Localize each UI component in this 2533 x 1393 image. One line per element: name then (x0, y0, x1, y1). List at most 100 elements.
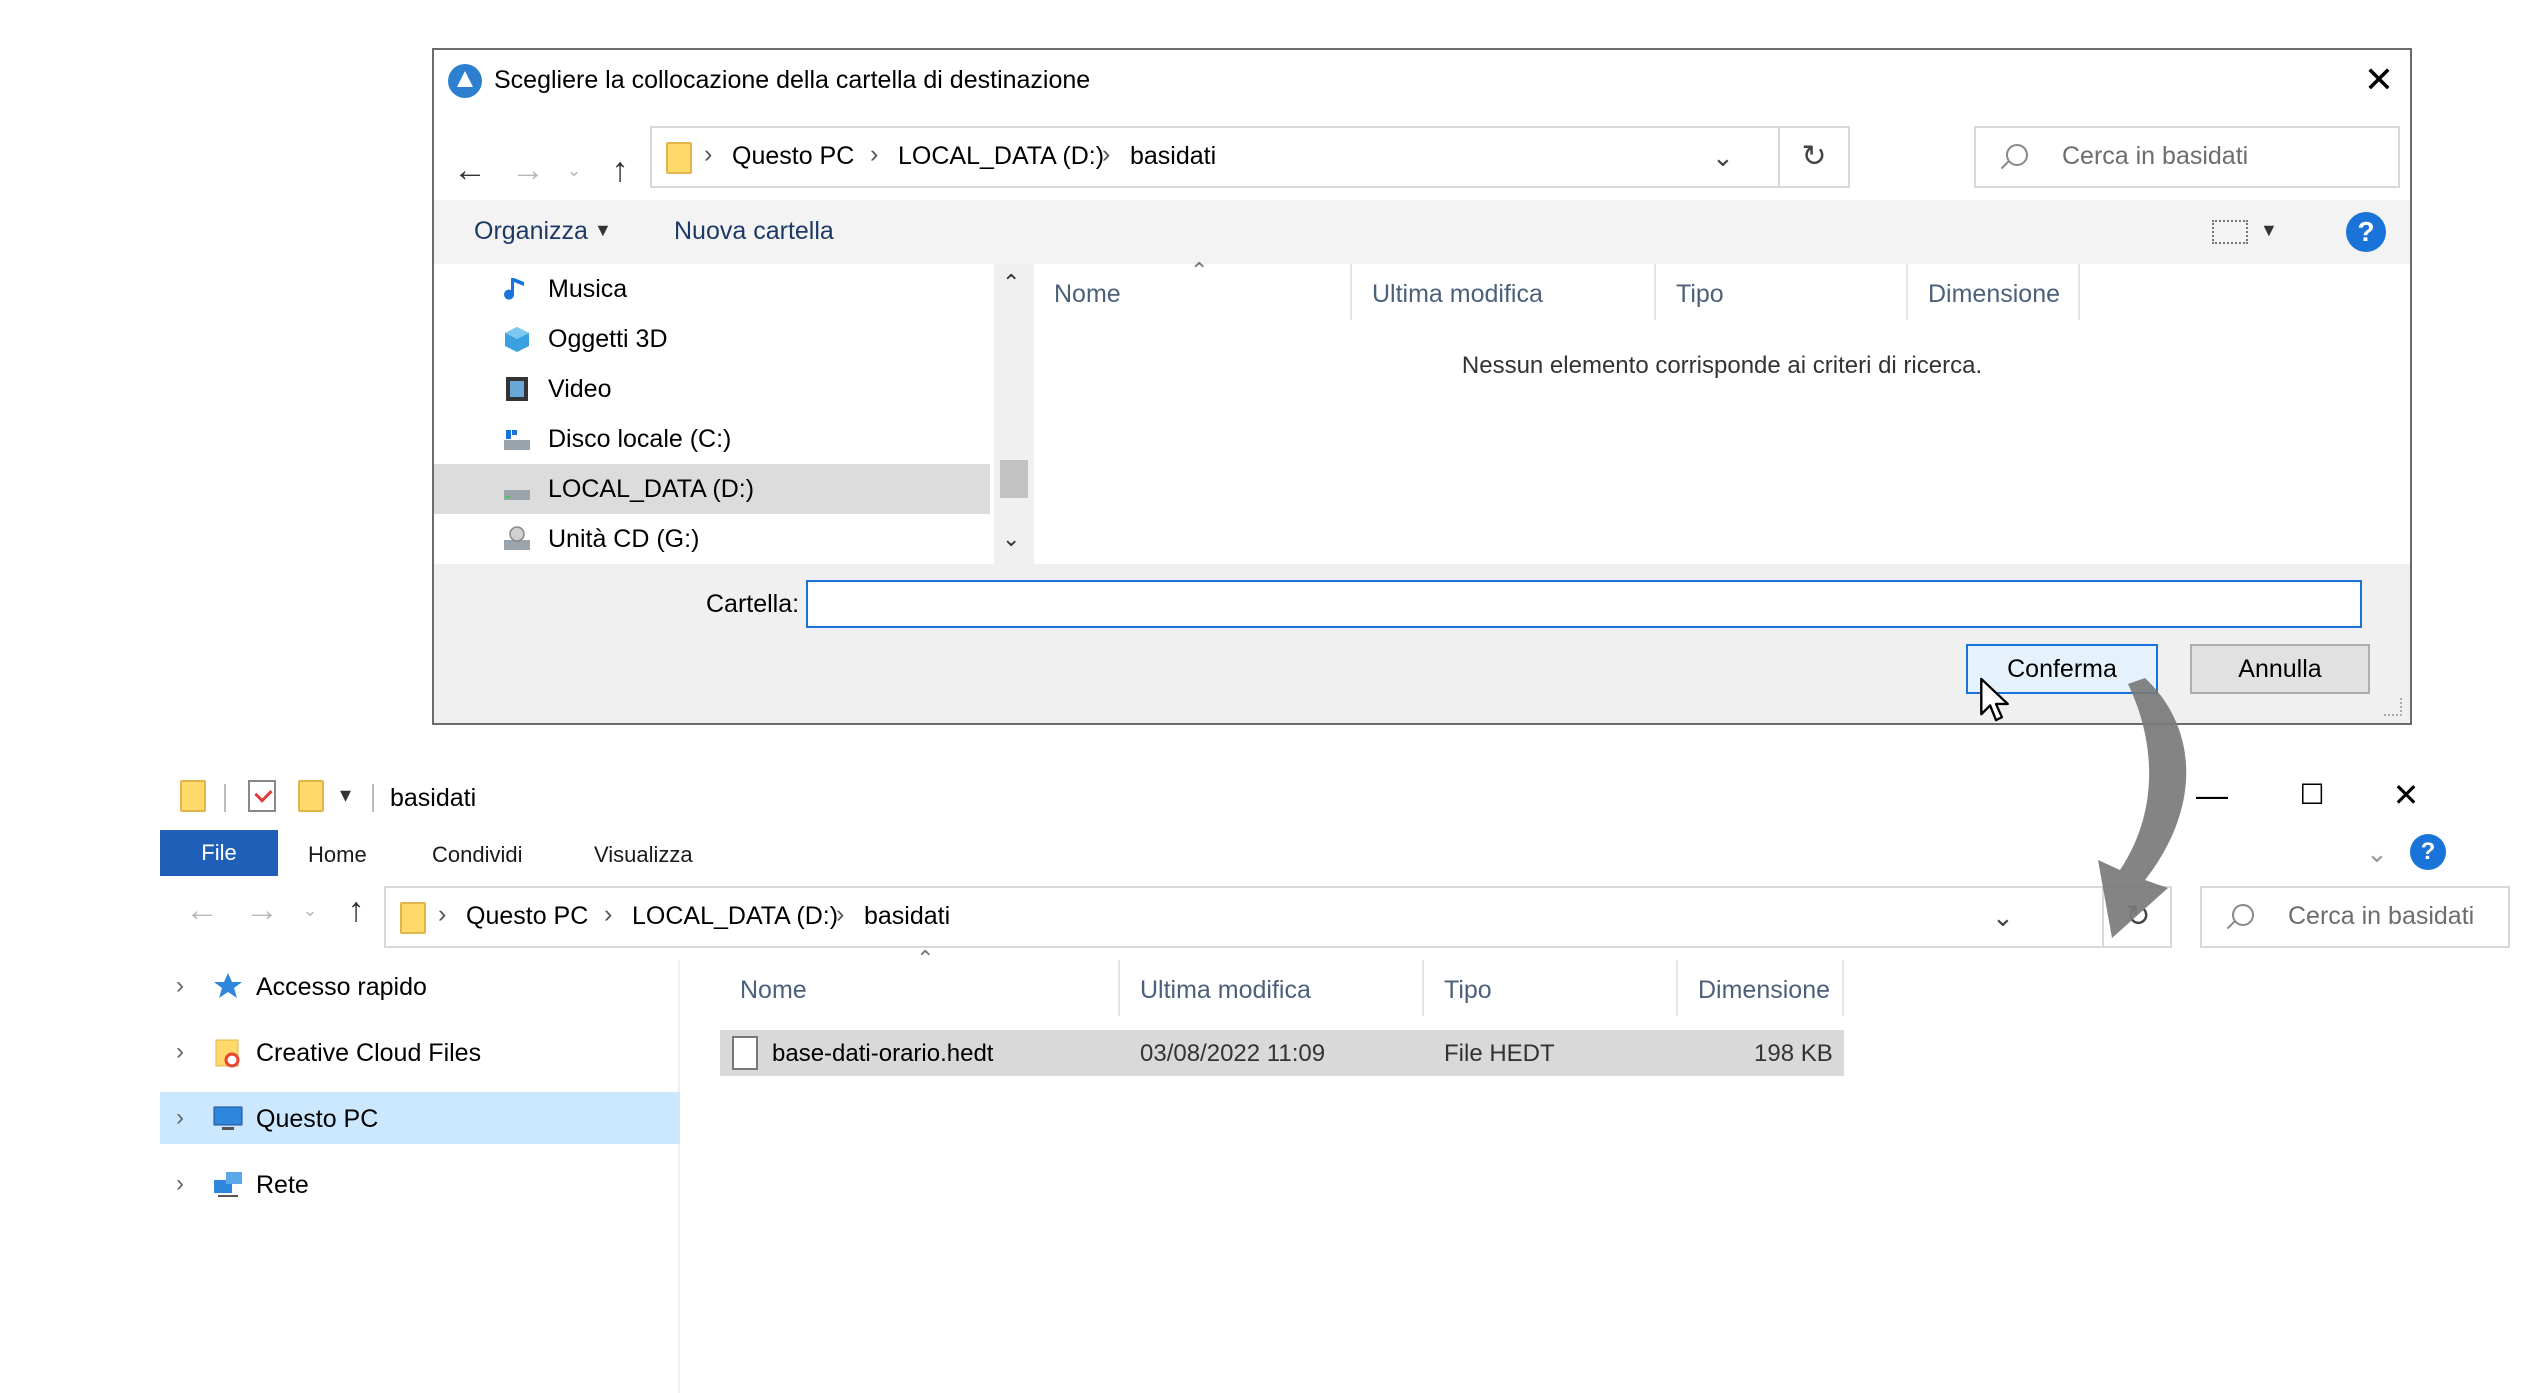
folder-icon (180, 780, 206, 812)
breadcrumb-basidati[interactable]: basidati (1130, 142, 1216, 171)
column-header-type[interactable]: Tipo (1656, 264, 1908, 320)
expand-chevron-icon[interactable]: › (176, 972, 184, 1000)
breadcrumb-chevron-icon: › (870, 140, 879, 168)
nav-item-quick-access[interactable]: › Accesso rapido (160, 960, 680, 1012)
navigation-scrollbar[interactable]: ⌃ ⌄ (994, 264, 1034, 564)
expand-chevron-icon[interactable]: › (176, 1170, 184, 1198)
folder-input[interactable] (806, 580, 2362, 628)
column-header-modified[interactable]: Ultima modifica (1120, 960, 1424, 1016)
nav-item-creative-cloud-files[interactable]: › Creative Cloud Files (160, 1026, 680, 1078)
table-row[interactable]: base-dati-orario.hedt 03/08/2022 11:09 F… (720, 1030, 1844, 1076)
breadcrumb-basidati[interactable]: basidati (864, 902, 950, 931)
nav-item-local-data-d[interactable]: LOCAL_DATA (D:) (434, 464, 990, 514)
breadcrumb-this-pc[interactable]: Questo PC (466, 902, 588, 931)
resize-grip-icon[interactable] (2384, 698, 2402, 716)
nav-item-music[interactable]: Musica (434, 264, 990, 314)
address-history-chevron-icon[interactable]: ⌄ (1992, 902, 2014, 933)
organize-caret-icon[interactable]: ▼ (594, 220, 612, 241)
search-input[interactable]: Cerca in basidati (2288, 902, 2474, 931)
help-icon[interactable]: ? (2410, 834, 2446, 870)
computer-icon (213, 1106, 243, 1130)
toolbar-divider (224, 784, 226, 812)
breadcrumb-chevron-icon: › (438, 900, 447, 928)
folder-picker-dialog: Scegliere la collocazione della cartella… (432, 48, 2412, 725)
back-arrow-icon[interactable]: ← (180, 890, 224, 934)
search-box[interactable]: Cerca in basidati (1974, 126, 2400, 188)
video-icon (506, 377, 528, 401)
folder-icon (400, 902, 426, 934)
search-box[interactable]: Cerca in basidati (2200, 886, 2510, 948)
column-label: Ultima modifica (1372, 280, 1543, 308)
search-icon (2006, 144, 2028, 166)
recent-locations-chevron-icon[interactable]: ⌄ (552, 150, 596, 194)
forward-arrow-icon[interactable]: → (506, 150, 550, 194)
nav-item-network[interactable]: › Rete (160, 1158, 680, 1210)
maximize-icon[interactable]: ☐ (2282, 770, 2342, 820)
dialog-title: Scegliere la collocazione della cartella… (494, 66, 1091, 94)
file-size: 198 KB (1754, 1040, 1833, 1067)
nav-item-video[interactable]: Video (434, 364, 990, 414)
breadcrumb-chevron-icon: › (836, 900, 845, 928)
file-icon (732, 1036, 758, 1070)
music-icon (504, 278, 524, 300)
expand-chevron-icon[interactable]: › (176, 1038, 184, 1066)
nav-item-this-pc[interactable]: › Questo PC (160, 1092, 680, 1144)
nav-item-label: Creative Cloud Files (256, 1039, 482, 1067)
tab-home[interactable]: Home (308, 842, 367, 868)
organize-menu[interactable]: Organizza (474, 217, 588, 246)
column-header-size[interactable]: Dimensione (1678, 960, 1844, 1016)
local-disk-icon (504, 430, 530, 450)
nav-item-local-disk-c[interactable]: Disco locale (C:) (434, 414, 990, 464)
close-icon[interactable]: ✕ (2356, 60, 2402, 100)
back-arrow-icon[interactable]: ← (448, 150, 492, 194)
folder-label: Cartella: (706, 590, 800, 618)
address-history-chevron-icon[interactable]: ⌄ (1712, 142, 1734, 173)
view-options-caret-icon[interactable]: ▼ (2260, 220, 2278, 241)
network-icon (214, 1172, 242, 1197)
breadcrumb-local-data[interactable]: LOCAL_DATA (D:) (632, 902, 838, 931)
sort-ascending-icon: ⌃ (916, 946, 935, 971)
tab-view[interactable]: Visualizza (594, 842, 693, 868)
nav-item-label: Disco locale (C:) (548, 425, 732, 453)
expand-ribbon-chevron-icon[interactable]: ⌄ (2366, 838, 2388, 869)
up-arrow-icon[interactable]: ↑ (598, 150, 642, 194)
view-options-icon[interactable] (2212, 220, 2248, 244)
cancel-button[interactable]: Annulla (2190, 644, 2370, 694)
recent-locations-chevron-icon[interactable]: ⌄ (288, 890, 332, 934)
column-header-type[interactable]: Tipo (1424, 960, 1678, 1016)
refresh-icon[interactable]: ↻ (1778, 128, 1848, 186)
breadcrumb-chevron-icon: › (1102, 140, 1111, 168)
address-bar[interactable]: › Questo PC › LOCAL_DATA (D:) › basidati… (384, 886, 2172, 948)
breadcrumb-local-data[interactable]: LOCAL_DATA (D:) (898, 142, 1104, 171)
quick-access-star-icon (214, 973, 242, 998)
nav-item-cd-drive-g[interactable]: Unità CD (G:) (434, 514, 990, 564)
cd-drive-icon (504, 526, 530, 550)
forward-arrow-icon[interactable]: → (240, 890, 284, 934)
scroll-up-icon[interactable]: ⌃ (1002, 270, 1020, 296)
up-arrow-icon[interactable]: ↑ (334, 890, 378, 934)
properties-check-icon[interactable] (248, 780, 276, 812)
nav-item-3d-objects[interactable]: Oggetti 3D (434, 314, 990, 364)
new-folder-icon[interactable] (298, 780, 324, 812)
tab-share[interactable]: Condividi (432, 842, 523, 868)
tab-file[interactable]: File (160, 830, 278, 876)
close-icon[interactable]: ✕ (2376, 770, 2436, 820)
breadcrumb-this-pc[interactable]: Questo PC (732, 142, 854, 171)
address-bar[interactable]: › Questo PC › LOCAL_DATA (D:) › basidati… (650, 126, 1850, 188)
scroll-down-icon[interactable]: ⌄ (1002, 526, 1020, 552)
column-header-size[interactable]: Dimensione (1908, 264, 2080, 320)
nav-item-label: Musica (548, 275, 628, 303)
column-label: Dimensione (1928, 280, 2061, 308)
search-input[interactable]: Cerca in basidati (2062, 142, 2248, 171)
help-icon[interactable]: ? (2346, 212, 2386, 252)
window-title: basidati (390, 784, 477, 812)
column-header-modified[interactable]: Ultima modifica (1352, 264, 1656, 320)
app-icon (448, 64, 482, 98)
expand-chevron-icon[interactable]: › (176, 1104, 184, 1132)
customize-toolbar-caret-icon[interactable]: ▾ (340, 782, 351, 808)
file-name: base-dati-orario.hedt (772, 1040, 994, 1067)
new-folder-button[interactable]: Nuova cartella (674, 217, 834, 246)
file-type: File HEDT (1444, 1040, 1555, 1067)
scrollbar-thumb[interactable] (1000, 460, 1028, 498)
sort-ascending-icon: ⌃ (1190, 258, 1209, 283)
